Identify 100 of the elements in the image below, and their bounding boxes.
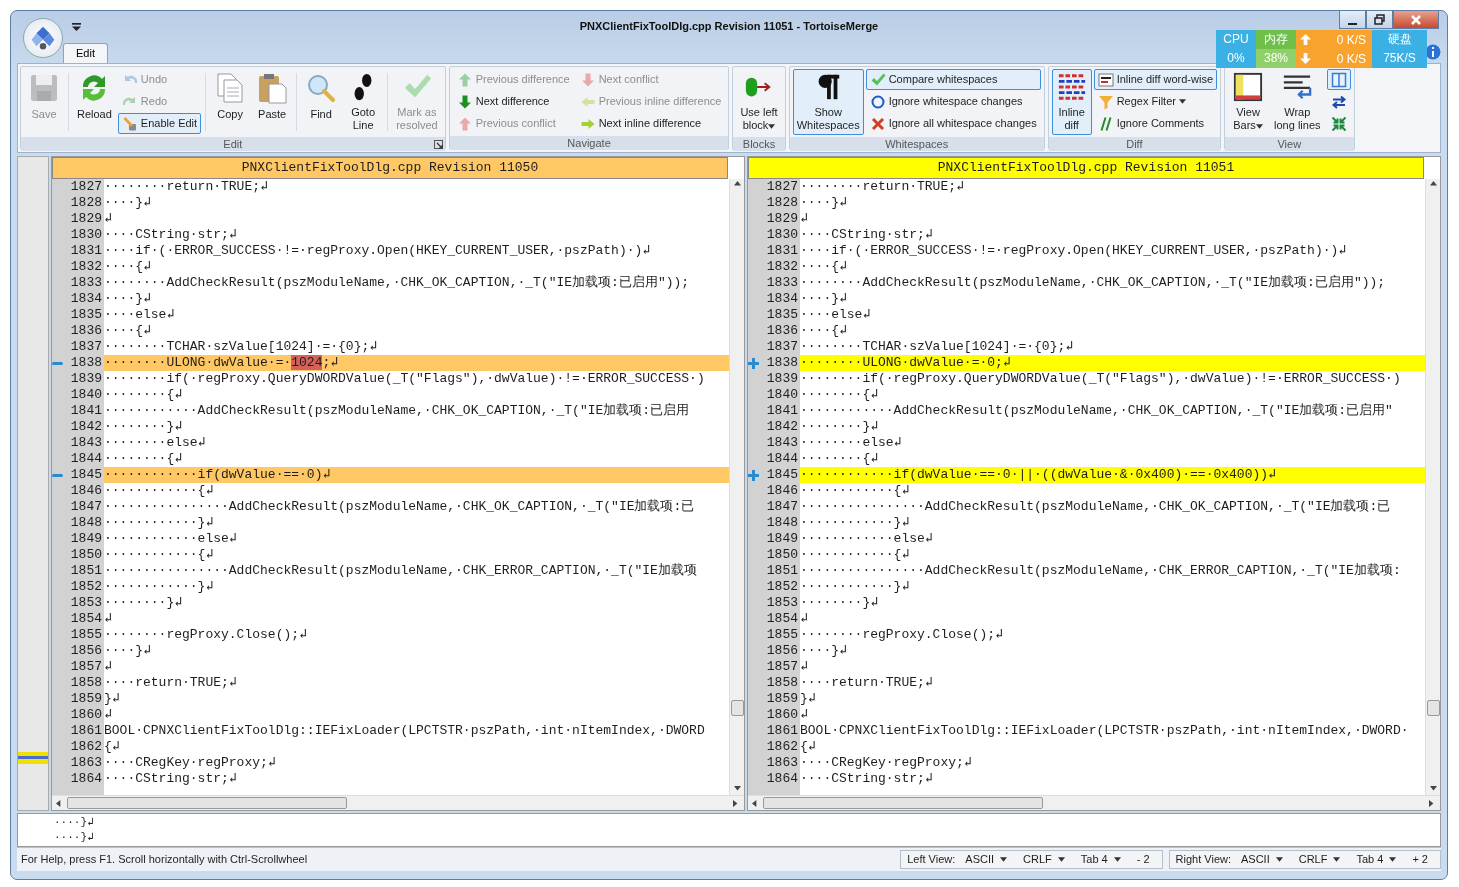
line-number: 1863	[70, 755, 102, 771]
line-number: 1832	[766, 259, 798, 275]
ribbon-button[interactable]: Paste	[252, 69, 293, 135]
scroll-right-icon[interactable]	[1429, 799, 1436, 807]
ribbon-button[interactable]: Reload	[73, 69, 116, 135]
code-line: ↲	[104, 611, 113, 627]
line-number: 1831	[766, 243, 798, 259]
line-number: 1861	[766, 723, 798, 739]
status-dropdown[interactable]: ASCII	[959, 851, 1014, 868]
ribbon-button[interactable]: Compare whitespaces	[865, 69, 1041, 90]
code-line: {↲	[800, 739, 817, 755]
code-line: ↲	[104, 707, 113, 723]
scroll-up-icon[interactable]	[1429, 181, 1437, 188]
code-line: ············}↲	[800, 515, 911, 531]
line-number: 1851	[766, 563, 798, 579]
ribbon-button[interactable]: Next difference	[452, 91, 574, 112]
status-dropdown[interactable]: Tab 4	[1350, 851, 1403, 868]
upload-arrow-icon	[1300, 34, 1311, 45]
line-number: 1837	[70, 339, 102, 355]
pane-header: PNXClientFixToolDlg.cpp Revision 11050	[52, 157, 728, 179]
scroll-thumb[interactable]	[730, 700, 744, 716]
line-number: 1841	[766, 403, 798, 419]
customize-caret-icon[interactable]	[72, 23, 81, 32]
line-number: 1842	[766, 419, 798, 435]
code-line: ········}↲	[800, 595, 880, 611]
code-line: ····if·(·ERROR_SUCCESS·!=·regProxy.Open(HKEY_CURRENT_USER,·pszPath)·)↲	[800, 243, 1348, 259]
monitor-value: 0 K/S	[1336, 50, 1366, 68]
code-line: BOOL·CPNXClientFixToolDlg::IEFixLoader(LPCTSTR·pszPath,·int·nItemIndex,·DWORD·	[800, 723, 1410, 739]
group-label: Diff	[1126, 138, 1143, 150]
line-number: 1860	[766, 707, 798, 723]
ribbon-button[interactable]: Inline diff word-wise	[1093, 69, 1218, 90]
code-line: ············AddCheckResult(pszModuleName,·CHK_OK_CAPTION,·_T("IE加载项:已启用"	[800, 403, 1394, 419]
up-arrow-icon	[456, 71, 473, 88]
code-line: ····return·TRUE;↲	[800, 675, 934, 691]
up-arrow-icon	[456, 115, 473, 132]
line-number: 1848	[766, 515, 798, 531]
code-line: ········regProxy.Close();↲	[800, 627, 1004, 643]
ribbon-button[interactable]: Goto Line	[343, 69, 384, 135]
scroll-thumb[interactable]	[763, 797, 1043, 809]
line-number: 1834	[70, 291, 102, 307]
ribbon-button[interactable]: Wrap long lines	[1270, 69, 1325, 135]
close-button[interactable]	[1393, 10, 1439, 29]
status-dropdown[interactable]: ASCII	[1235, 851, 1289, 868]
scroll-left-icon[interactable]	[56, 799, 63, 807]
scroll-down-icon[interactable]	[1429, 786, 1437, 793]
code-line: ····}↲	[800, 291, 848, 307]
ribbon-button[interactable]: Enable Edit	[117, 113, 202, 134]
ribbon-button[interactable]: Ignore Comments	[1093, 113, 1218, 134]
status-dropdown[interactable]: CRLF	[1292, 851, 1347, 868]
scroll-thumb[interactable]	[67, 797, 347, 809]
dialog-launcher-icon[interactable]	[433, 140, 443, 149]
application-button[interactable]	[23, 18, 63, 58]
checkmark-icon	[869, 71, 886, 88]
ribbon-button[interactable]: Ignore whitespace changes	[865, 91, 1041, 112]
ribbon-button[interactable]: Regex Filter	[1093, 91, 1218, 112]
ribbon-tab[interactable]: Edit	[63, 43, 108, 63]
help-icon[interactable]	[1425, 44, 1441, 60]
ribbon-button[interactable]: Use left block	[736, 69, 782, 135]
code-line: ↲	[104, 211, 113, 227]
scroll-down-icon[interactable]	[733, 786, 741, 793]
code-line: ············{↲	[104, 483, 215, 499]
minimize-button[interactable]	[1339, 10, 1366, 29]
line-number: 1858	[766, 675, 798, 691]
code-line: ····}↲	[800, 643, 848, 659]
code-line: ····}↲	[104, 291, 152, 307]
line-number: 1831	[70, 243, 102, 259]
code-line: ····{↲	[800, 323, 848, 339]
code-line: ↲	[800, 707, 809, 723]
ribbon-button[interactable]: Find	[301, 69, 342, 135]
ribbon-button[interactable]: Inline diff	[1051, 69, 1092, 135]
status-text: + 2	[1411, 852, 1429, 868]
monitor-value: 0 K/S	[1336, 31, 1366, 49]
line-number: 1856	[70, 643, 102, 659]
line-number: 1846	[766, 483, 798, 499]
code-line: ········else↲	[800, 435, 903, 451]
code-line: BOOL·CPNXClientFixToolDlg::IEFixLoader(LPCTSTR·pszPath,·int·nItemIndex,·DWORD	[104, 723, 706, 739]
ribbon-button[interactable]	[1326, 69, 1351, 90]
scroll-up-icon[interactable]	[733, 181, 741, 188]
code-line: ········{↲	[104, 387, 184, 403]
line-number: 1837	[766, 339, 798, 355]
monitor-label: 硬盘	[1387, 31, 1412, 48]
code-line: ····return·TRUE;↲	[104, 675, 238, 691]
ribbon-button[interactable]: Copy	[210, 69, 251, 135]
ribbon-button[interactable]: Next inline difference	[575, 113, 726, 134]
code-line: ····CString·str;↲	[800, 771, 934, 787]
line-number: 1839	[766, 371, 798, 387]
code-line: ········}↲	[800, 419, 880, 435]
ribbon-button[interactable]: Ignore all whitespace changes	[865, 113, 1041, 134]
ribbon-button[interactable]: Show Whitespaces	[792, 69, 864, 135]
status-text: - 2	[1135, 852, 1151, 868]
status-dropdown[interactable]: Tab 4	[1074, 851, 1127, 868]
scroll-right-icon[interactable]	[733, 799, 740, 807]
line-number: 1828	[766, 195, 798, 211]
maximize-button[interactable]	[1366, 10, 1393, 29]
ribbon-button[interactable]: View Bars	[1228, 69, 1269, 135]
code-line: ········TCHAR·szValue[1024]·=·{0};↲	[104, 339, 379, 355]
status-dropdown[interactable]: CRLF	[1017, 851, 1071, 868]
line-number: 1864	[766, 771, 798, 787]
scroll-thumb[interactable]	[1426, 700, 1440, 716]
scroll-left-icon[interactable]	[752, 799, 759, 807]
